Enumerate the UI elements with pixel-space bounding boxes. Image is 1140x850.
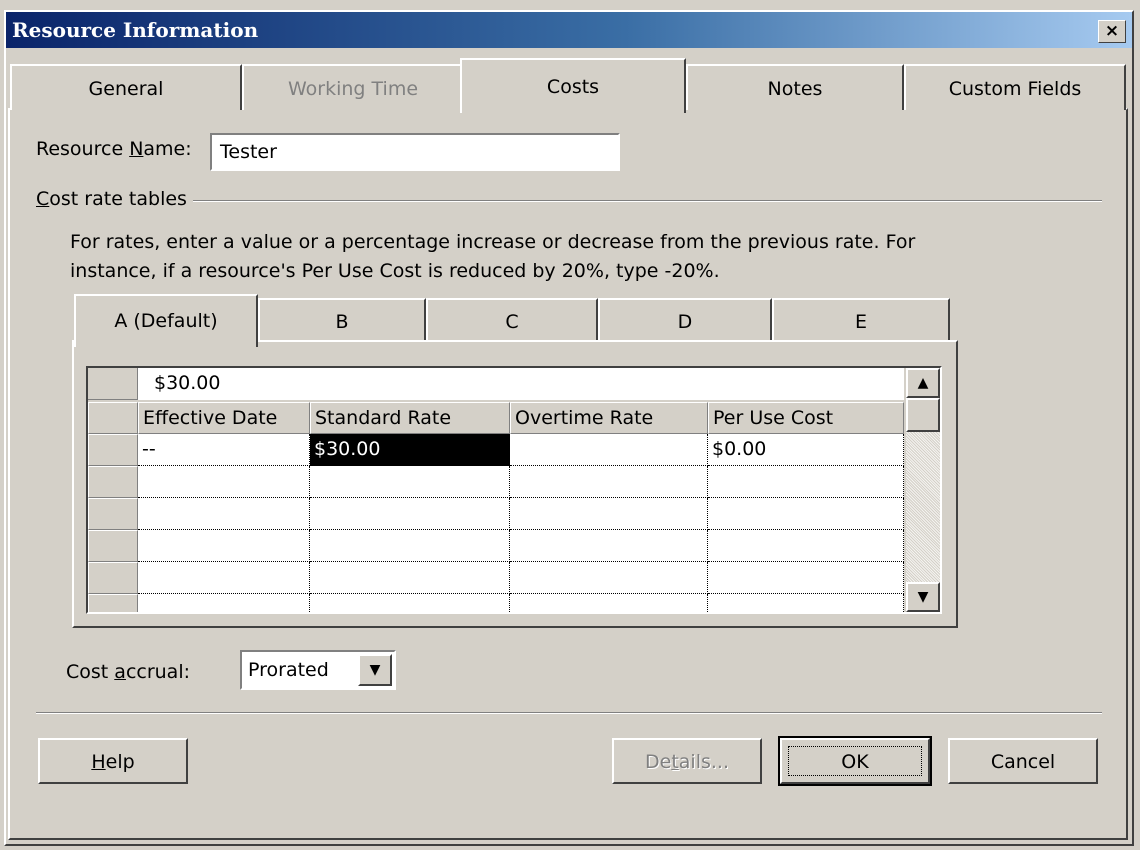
column-header-per-use-cost[interactable]: Per Use Cost [708, 402, 904, 434]
row-header[interactable] [88, 434, 138, 466]
details-button: Details... [612, 738, 762, 784]
column-header-effective-date[interactable]: Effective Date [138, 402, 310, 434]
cell-standard-rate[interactable] [310, 594, 510, 612]
chevron-down-icon[interactable]: ▼ [358, 654, 392, 686]
rate-tab-d[interactable]: D [598, 298, 772, 342]
cell-effective-date[interactable] [138, 594, 310, 612]
edit-bar-corner [88, 368, 138, 400]
cell-overtime-rate[interactable] [510, 562, 708, 594]
cell-standard-rate[interactable] [310, 498, 510, 530]
cell-per-use-cost[interactable] [708, 594, 904, 612]
cell-overtime-rate[interactable] [510, 498, 708, 530]
scroll-up-icon[interactable]: ▲ [906, 368, 940, 398]
cell-per-use-cost[interactable] [708, 562, 904, 594]
rate-tab-e[interactable]: E [772, 298, 950, 342]
cell-effective-date[interactable] [138, 466, 310, 498]
cost-accrual-value: Prorated [248, 659, 329, 681]
cost-rate-grid[interactable]: $30.00 Effective Date Standard Rate Over… [86, 366, 942, 614]
instructions-text: For rates, enter a value or a percentage… [70, 231, 916, 282]
tab-working-time: Working Time [242, 64, 464, 110]
cell-per-use-cost[interactable] [708, 466, 904, 498]
rate-tab-b[interactable]: B [258, 298, 426, 342]
column-header-overtime-rate[interactable]: Overtime Rate [510, 402, 708, 434]
edit-bar-value: $30.00 [154, 372, 221, 394]
row-header[interactable] [88, 594, 138, 612]
row-header[interactable] [88, 530, 138, 562]
cell-overtime-rate[interactable] [510, 434, 708, 466]
focus-rectangle [788, 746, 922, 776]
ok-button[interactable]: OK [778, 736, 932, 786]
cell-effective-date[interactable]: -- [138, 434, 310, 466]
tab-general[interactable]: General [10, 64, 242, 110]
column-header-standard-rate[interactable]: Standard Rate [310, 402, 510, 434]
resource-name-field[interactable]: Tester [210, 133, 620, 171]
cost-accrual-dropdown[interactable]: Prorated ▼ [240, 650, 396, 690]
cell-per-use-cost[interactable] [708, 498, 904, 530]
tab-label: Notes [767, 78, 823, 100]
scroll-thumb[interactable] [906, 398, 940, 432]
cell-standard-rate[interactable]: $30.00 [310, 434, 510, 466]
help-button[interactable]: Help [38, 738, 188, 784]
cell-effective-date[interactable] [138, 562, 310, 594]
cell-overtime-rate[interactable] [510, 530, 708, 562]
dialog-title: Resource Information [12, 18, 259, 42]
button-divider [36, 712, 1102, 714]
cell-overtime-rate[interactable] [510, 594, 708, 612]
close-icon[interactable]: × [1098, 20, 1126, 43]
cell-effective-date[interactable] [138, 498, 310, 530]
scroll-down-icon[interactable]: ▼ [906, 582, 940, 612]
cell-standard-rate[interactable] [310, 530, 510, 562]
row-header[interactable] [88, 498, 138, 530]
tab-notes[interactable]: Notes [686, 64, 904, 110]
cell-per-use-cost[interactable]: $0.00 [708, 434, 904, 466]
vertical-scrollbar[interactable]: ▲ ▼ [906, 368, 940, 612]
row-header[interactable] [88, 466, 138, 498]
tab-label: Working Time [287, 78, 419, 100]
row-header[interactable] [88, 562, 138, 594]
cost-rate-tables-label: Cost rate tables [36, 188, 193, 210]
group-divider [36, 200, 1102, 202]
grid-edit-bar[interactable]: $30.00 [88, 368, 904, 400]
tab-label: Custom Fields [948, 78, 1082, 100]
resource-name-label: Resource Name: [36, 138, 192, 160]
cell-per-use-cost[interactable] [708, 530, 904, 562]
cell-effective-date[interactable] [138, 530, 310, 562]
cell-standard-rate[interactable] [310, 466, 510, 498]
tab-label: General [88, 78, 164, 100]
cost-accrual-label: Cost accrual: [66, 661, 191, 683]
rate-tab-a[interactable]: A (Default) [74, 294, 258, 347]
rate-tab-c[interactable]: C [426, 298, 598, 342]
grid-corner[interactable] [88, 402, 138, 434]
tab-custom-fields[interactable]: Custom Fields [904, 64, 1126, 110]
cancel-button[interactable]: Cancel [948, 738, 1098, 784]
tab-costs[interactable]: Costs [460, 58, 686, 113]
cell-overtime-rate[interactable] [510, 466, 708, 498]
cell-standard-rate[interactable] [310, 562, 510, 594]
tab-label: Costs [546, 76, 600, 98]
